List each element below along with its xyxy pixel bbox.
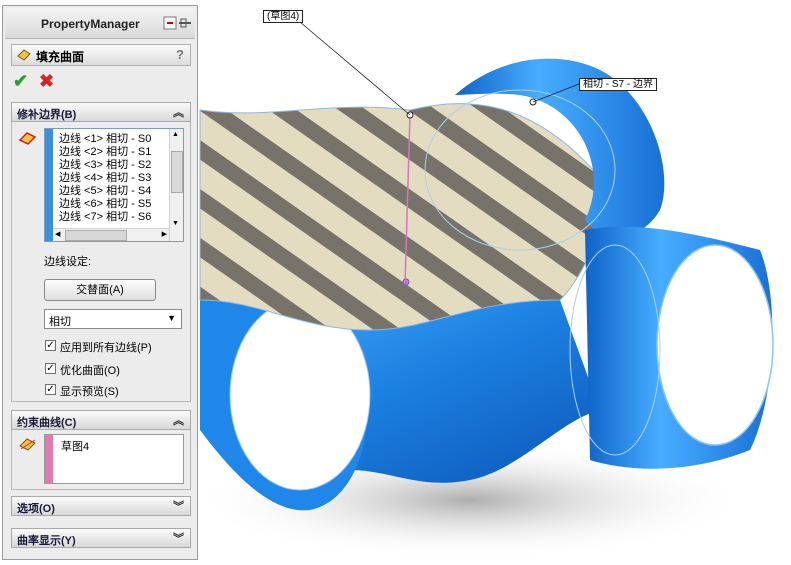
tangent-annotation[interactable]: 相切 - S7 - 边界 [579, 78, 658, 91]
edges-list: 边线 <1> 相切 - S0 边线 <2> 相切 - S1 边线 <3> 相切 … [59, 133, 151, 224]
collapse-icon[interactable]: ︽ [173, 412, 184, 428]
list-item[interactable]: 草图4 [61, 438, 89, 454]
alternate-face-button[interactable]: 交替面(A) [44, 279, 156, 301]
constraint-curves-title: 约束曲线(C) [17, 417, 77, 429]
scroll-down-icon[interactable]: ▼ [172, 220, 179, 227]
vertical-scroll-thumb[interactable] [171, 151, 183, 193]
right-tube-opening [656, 244, 774, 446]
constraint-curves-body: 草图4 [11, 430, 191, 490]
options-header[interactable]: 选项(O) ︾ [11, 496, 191, 516]
scroll-up-icon[interactable]: ▲ [172, 131, 179, 138]
scroll-left-icon[interactable]: ◀ [55, 230, 60, 238]
constraint-curves-listbox[interactable]: 草图4 [44, 434, 184, 484]
horizontal-scroll-thumb[interactable] [65, 230, 127, 241]
list-item[interactable]: 边线 <3> 相切 - S2 [59, 159, 151, 172]
list-item[interactable]: 边线 <1> 相切 - S0 [59, 133, 151, 146]
property-manager-panel: PropertyManager 填充曲面 ? ✔ ✖ 修补边界(B) ︽ 边线 … [2, 5, 198, 560]
pin-icon[interactable] [163, 16, 193, 30]
curvature-display-header[interactable]: 曲率显示(Y) ︾ [11, 528, 191, 548]
options-title: 选项(O) [17, 503, 55, 515]
show-preview-label: 显示预览(S) [60, 386, 119, 398]
list-item[interactable]: 边线 <5> 相切 - S4 [59, 185, 151, 198]
curve-selection-icon [18, 436, 38, 455]
contact-type-select[interactable]: 相切 ▼ [44, 309, 182, 329]
list-item[interactable]: 边线 <4> 相切 - S3 [59, 172, 151, 185]
sketch-point-bottom[interactable] [402, 278, 410, 286]
apply-all-edges-checkbox[interactable]: ✓ [45, 340, 56, 351]
list-item[interactable]: 边线 <2> 相切 - S1 [59, 146, 151, 159]
edge-selection-icon [18, 130, 38, 149]
fill-surface-icon [17, 48, 31, 65]
sketch-annotation[interactable]: (草图4) [263, 10, 304, 23]
feature-header: 填充曲面 ? [11, 44, 191, 66]
list-stripe [45, 435, 53, 483]
property-manager-titlebar: PropertyManager [5, 8, 195, 39]
list-item[interactable]: 边线 <7> 相切 - S6 [59, 211, 151, 224]
help-icon[interactable]: ? [176, 47, 184, 62]
fill-surface-zebra[interactable] [199, 103, 611, 331]
list-item[interactable]: 边线 <6> 相切 - S5 [59, 198, 151, 211]
patch-boundary-title: 修补边界(B) [17, 109, 77, 121]
edges-listbox[interactable]: 边线 <1> 相切 - S0 边线 <2> 相切 - S1 边线 <3> 相切 … [44, 128, 184, 242]
collapse-icon[interactable]: ︽ [173, 104, 184, 120]
list-stripe [45, 129, 53, 241]
patch-boundary-header[interactable]: 修补边界(B) ︽ [11, 102, 191, 122]
optimize-surface-checkbox[interactable]: ✓ [45, 363, 56, 374]
close-icon[interactable]: ✖ [39, 72, 57, 90]
expand-icon[interactable]: ︾ [173, 498, 184, 514]
edge-settings-label: 边线设定: [44, 256, 92, 268]
curvature-display-title: 曲率显示(Y) [17, 535, 76, 547]
apply-all-edges-label: 应用到所有边线(P) [60, 342, 152, 354]
patch-boundary-body: 边线 <1> 相切 - S0 边线 <2> 相切 - S1 边线 <3> 相切 … [11, 122, 191, 402]
show-preview-checkbox[interactable]: ✓ [45, 384, 56, 395]
sketch-leader-line [299, 21, 411, 116]
contact-type-value: 相切 [49, 316, 71, 328]
horizontal-scrollbar[interactable]: ◀ ▶ [53, 228, 169, 241]
feature-name: 填充曲面 [36, 50, 85, 64]
scroll-right-icon[interactable]: ▶ [162, 230, 167, 238]
expand-icon[interactable]: ︾ [173, 530, 184, 546]
constraint-curves-header[interactable]: 约束曲线(C) ︽ [11, 410, 191, 430]
vertical-scrollbar[interactable]: ▲ ▼ [169, 129, 183, 241]
check-icon[interactable]: ✔ [13, 72, 31, 90]
optimize-surface-label: 优化曲面(O) [60, 365, 120, 377]
property-manager-title: PropertyManager [41, 17, 140, 31]
chevron-down-icon[interactable]: ▼ [167, 313, 176, 323]
